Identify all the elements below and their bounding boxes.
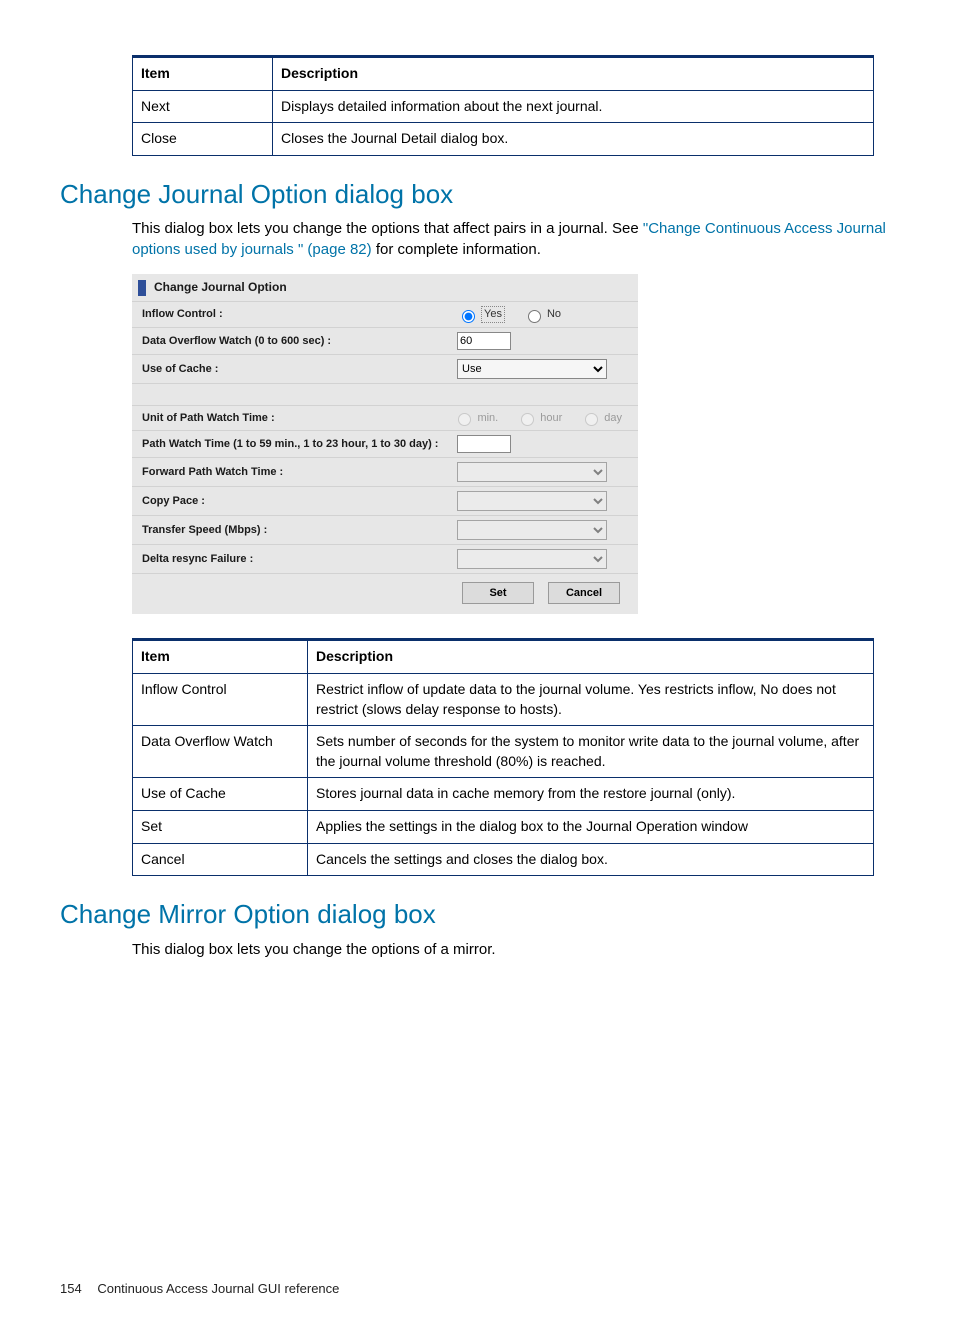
table-row: Data Overflow WatchSets number of second…: [133, 726, 874, 778]
section2-intro: This dialog box lets you change the opti…: [132, 939, 894, 960]
th-item: Item: [133, 640, 308, 674]
page-footer: 154 Continuous Access Journal GUI refere…: [60, 1280, 894, 1298]
table-row: Close Closes the Journal Detail dialog b…: [133, 123, 874, 156]
cancel-button[interactable]: Cancel: [548, 582, 620, 604]
item-description-table-1: Item Description Next Displays detailed …: [132, 55, 874, 156]
table-row: Inflow ControlRestrict inflow of update …: [133, 673, 874, 725]
speed-select[interactable]: [457, 520, 607, 540]
inflow-yes-radio[interactable]: Yes: [457, 306, 505, 323]
inflow-no-radio[interactable]: No: [523, 307, 561, 323]
fwd-select[interactable]: [457, 462, 607, 482]
table-row: CancelCancels the settings and closes th…: [133, 843, 874, 876]
unit-min-radio[interactable]: min.: [453, 410, 498, 426]
speed-label: Transfer Speed (Mbps) :: [142, 523, 457, 538]
th-item: Item: [133, 57, 273, 91]
unit-day-radio[interactable]: day: [580, 410, 622, 426]
section-intro: This dialog box lets you change the opti…: [132, 218, 894, 260]
th-desc: Description: [273, 57, 874, 91]
cache-select[interactable]: Use: [457, 359, 607, 379]
dialog-title: Change Journal Option: [154, 279, 287, 296]
delta-label: Delta resync Failure :: [142, 552, 457, 567]
pathwatch-label: Path Watch Time (1 to 59 min., 1 to 23 h…: [142, 437, 457, 452]
copy-label: Copy Pace :: [142, 494, 457, 509]
overflow-label: Data Overflow Watch (0 to 600 sec) :: [142, 334, 457, 349]
inflow-control-label: Inflow Control :: [142, 307, 457, 322]
unit-label: Unit of Path Watch Time :: [142, 411, 453, 426]
th-desc: Description: [308, 640, 874, 674]
page-number: 154: [60, 1281, 82, 1296]
section-heading-change-mirror: Change Mirror Option dialog box: [60, 896, 894, 932]
footer-title: Continuous Access Journal GUI reference: [97, 1281, 339, 1296]
pathwatch-input[interactable]: [457, 435, 511, 453]
fwd-label: Forward Path Watch Time :: [142, 465, 457, 480]
change-journal-option-dialog: Change Journal Option Inflow Control : Y…: [132, 274, 638, 614]
delta-select[interactable]: [457, 549, 607, 569]
title-marker-icon: [138, 280, 146, 296]
copy-select[interactable]: [457, 491, 607, 511]
set-button[interactable]: Set: [462, 582, 534, 604]
item-description-table-2: Item Description Inflow ControlRestrict …: [132, 638, 874, 876]
table-row: SetApplies the settings in the dialog bo…: [133, 810, 874, 843]
cache-label: Use of Cache :: [142, 362, 457, 377]
overflow-input[interactable]: [457, 332, 511, 350]
table-row: Use of CacheStores journal data in cache…: [133, 778, 874, 811]
section-heading-change-journal: Change Journal Option dialog box: [60, 176, 894, 212]
table-row: Next Displays detailed information about…: [133, 90, 874, 123]
dialog-title-bar: Change Journal Option: [132, 274, 638, 301]
unit-hour-radio[interactable]: hour: [516, 410, 562, 426]
